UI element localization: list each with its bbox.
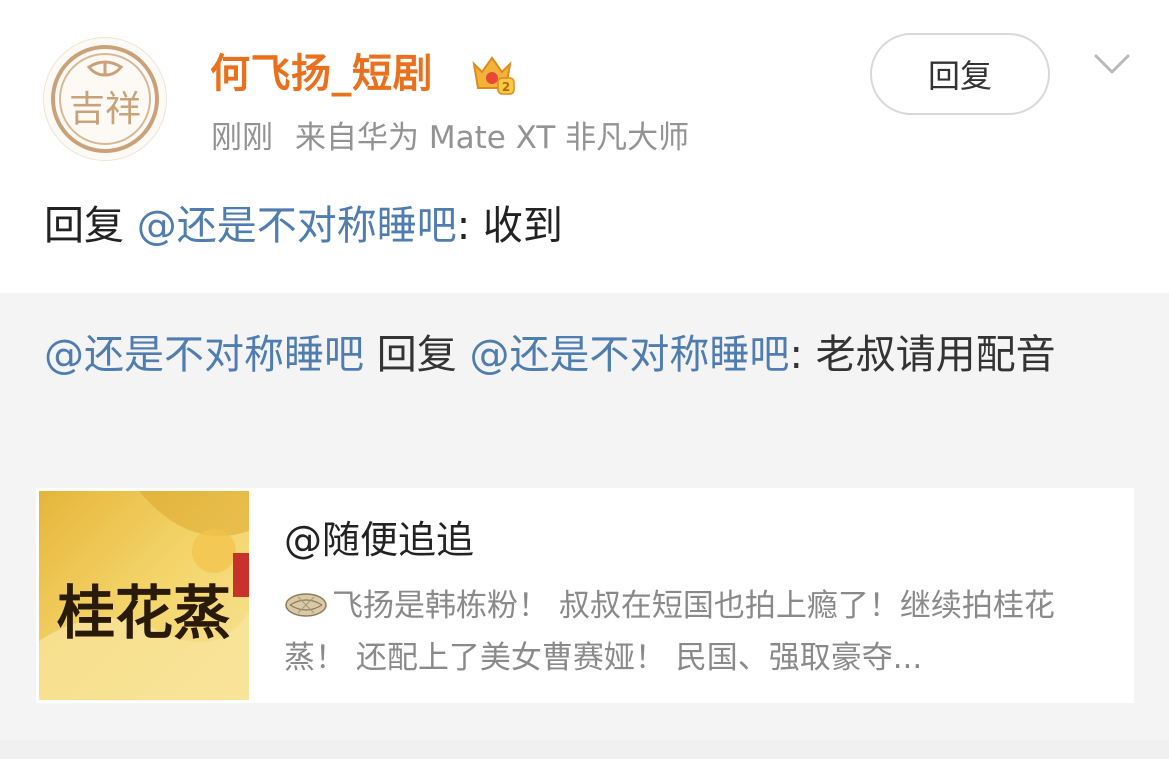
link-card[interactable]: 桂花蒸 @随便追追 飞扬是韩栋粉！ 叔叔在短国也拍上瘾了！继续拍桂花蒸！ 还配上… [36,488,1134,703]
avatar-logo-icon: 吉祥 [51,45,159,153]
post-source[interactable]: 来自华为 Mate XT 非凡大师 [295,120,689,156]
quote-reply-word: 回复 [364,332,470,378]
card-title: @随便追追 [284,518,475,562]
vip-crown-icon: 2 [472,56,515,95]
card-description-text: 飞扬是韩栋粉！ 叔叔在短国也拍上瘾了！继续拍桂花蒸！ 还配上了美女曹赛娅！ 民国… [284,588,1055,676]
card-thumbnail-image: 桂花蒸 [39,491,249,700]
avatar-text: 吉祥 [69,89,141,130]
quote-body: : 老叔请用配音 [789,332,1056,378]
reply-button[interactable]: 回复 [870,33,1050,115]
username-link[interactable]: 何飞扬_短剧 [210,48,433,100]
quoted-text: @还是不对称睡吧 回复 @还是不对称睡吧: 老叔请用配音 [44,324,1134,386]
reply-body: : 收到 [456,203,563,249]
card-description: 飞扬是韩栋粉！ 叔叔在短国也拍上瘾了！继续拍桂花蒸！ 还配上了美女曹赛娅！ 民国… [284,580,1104,684]
quote-mention-link-2[interactable]: @还是不对称睡吧 [469,332,789,378]
svg-text:2: 2 [502,80,510,94]
reply-mention-link[interactable]: @还是不对称睡吧 [137,203,457,249]
post-time: 刚刚 [211,120,273,156]
weibo-comment-page: 吉祥 何飞扬_短剧 2 刚刚 来自华为 Mate XT 非凡大师 回复 回复 @还… [0,0,1169,759]
post-meta: 刚刚 来自华为 Mate XT 非凡大师 [211,116,689,160]
thumbnail-title: 桂花蒸 [57,579,231,647]
card-thumbnail: 桂花蒸 [39,491,249,700]
reply-content: 回复 @还是不对称睡吧: 收到 [44,198,563,254]
quote-mention-link[interactable]: @还是不对称睡吧 [44,332,364,378]
reply-prefix: 回复 [44,203,124,249]
bottom-divider [0,740,1169,759]
user-avatar[interactable]: 吉祥 [43,37,167,161]
chevron-down-icon[interactable] [1092,50,1132,80]
melon-emoji-icon [285,593,327,617]
